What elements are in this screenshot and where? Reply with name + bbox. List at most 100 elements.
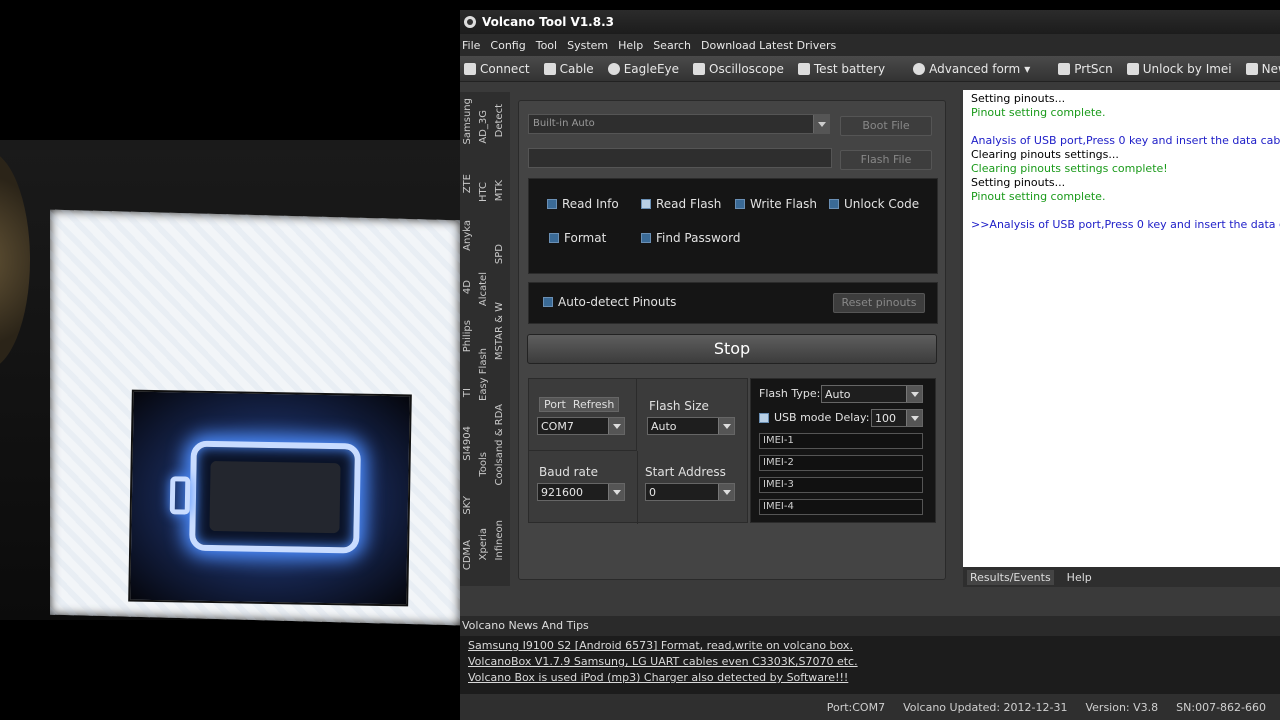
auto-detect-checkbox[interactable]: Auto-detect Pinouts	[543, 295, 676, 309]
chevron-down-icon[interactable]	[718, 484, 734, 500]
chevron-down-icon[interactable]	[906, 386, 922, 402]
status-updated: Volcano Updated: 2012-12-31	[903, 700, 1068, 714]
tab-sky[interactable]: SKY	[462, 496, 473, 515]
unlock-imei-label: Unlock by Imei	[1142, 61, 1232, 76]
start-address-select[interactable]: 0	[645, 483, 735, 501]
advanced-form-button[interactable]: Advanced form ▾	[913, 62, 1030, 76]
tab-xperia[interactable]: Xperia	[478, 528, 489, 560]
tab-mstar[interactable]: MSTAR & W	[494, 302, 505, 360]
delay-value: 100	[875, 412, 896, 425]
tab-samsung[interactable]: Samsung	[462, 98, 473, 144]
menu-search[interactable]: Search	[653, 39, 691, 52]
flash-type-panel: Flash Type: Auto USB mode Delay: 100 IME…	[750, 378, 936, 523]
flash-size-select[interactable]: Auto	[647, 417, 735, 435]
imei-4-field[interactable]: IMEI-4	[759, 499, 923, 515]
tab-results-events[interactable]: Results/Events	[967, 569, 1054, 585]
imei-1-field[interactable]: IMEI-1	[759, 433, 923, 449]
eagleeye-button[interactable]: EagleEye	[607, 62, 679, 76]
usb-mode-checkbox[interactable]: USB mode	[759, 411, 831, 424]
news-link[interactable]: VolcanoBox V1.7.9 Samsung, LG UART cable…	[468, 654, 1272, 670]
connect-button[interactable]: Connect	[464, 62, 530, 76]
tab-ad3g[interactable]: AD_3G	[478, 110, 489, 144]
flash-file-path[interactable]	[528, 148, 832, 168]
tab-philips[interactable]: Philips	[462, 320, 473, 352]
tab-anyka[interactable]: Anyka	[462, 220, 473, 251]
port-cell	[529, 379, 637, 451]
oscilloscope-label: Oscilloscope	[709, 61, 784, 76]
tab-zte[interactable]: ZTE	[462, 174, 473, 193]
chevron-down-icon[interactable]	[718, 418, 734, 434]
news-link[interactable]: Volcano Box is used iPod (mp3) Charger a…	[468, 670, 1272, 686]
app-logo-icon	[464, 16, 476, 28]
menu-download-drivers[interactable]: Download Latest Drivers	[701, 39, 836, 52]
format-checkbox[interactable]: Format	[549, 231, 606, 245]
info-icon	[607, 62, 620, 75]
read-info-checkbox[interactable]: Read Info	[547, 197, 619, 211]
chevron-down-icon[interactable]: ▾	[1024, 62, 1030, 76]
baud-rate-select[interactable]: 921600	[537, 483, 625, 501]
log-line: Clearing pinouts settings...	[971, 148, 1119, 161]
refresh-button[interactable]: Refresh	[573, 398, 615, 411]
operation-options: Read Info Read Flash Write Flash Unlock …	[528, 178, 938, 274]
checkbox-checked-icon	[641, 199, 651, 209]
chevron-down-icon[interactable]	[608, 484, 624, 500]
write-flash-checkbox[interactable]: Write Flash	[735, 197, 817, 211]
find-password-checkbox[interactable]: Find Password	[641, 231, 740, 245]
chevron-down-icon[interactable]	[906, 410, 922, 426]
flash-type-label: Flash Type:	[759, 387, 821, 400]
stop-button[interactable]: Stop	[527, 334, 937, 364]
tab-4d[interactable]: 4D	[462, 280, 473, 294]
delay-select[interactable]: 100	[871, 409, 923, 427]
chevron-down-icon[interactable]	[813, 115, 829, 133]
tab-spd[interactable]: SPD	[494, 244, 505, 264]
news-link[interactable]: Samsung I9100 S2 [Android 6573] Format, …	[468, 638, 1272, 654]
imei-2-field[interactable]: IMEI-2	[759, 455, 923, 471]
read-flash-checkbox[interactable]: Read Flash	[641, 197, 721, 211]
tab-easy-flash[interactable]: Easy Flash	[478, 348, 489, 401]
imei-3-field[interactable]: IMEI-3	[759, 477, 923, 493]
tab-infineon[interactable]: Infineon	[494, 520, 505, 561]
menu-help[interactable]: Help	[618, 39, 643, 52]
news-icon	[1245, 62, 1258, 75]
flash-type-select[interactable]: Auto	[821, 385, 923, 403]
results-log[interactable]: Setting pinouts... Pinout setting complet…	[963, 90, 1280, 567]
format-label: Format	[564, 231, 607, 245]
unlock-code-checkbox[interactable]: Unlock Code	[829, 197, 919, 211]
menu-system[interactable]: System	[567, 39, 608, 52]
tab-tools[interactable]: Tools	[478, 452, 489, 477]
prtscn-button[interactable]: PrtScn	[1058, 62, 1113, 76]
tab-help[interactable]: Help	[1064, 570, 1095, 585]
test-battery-button[interactable]: Test battery	[797, 62, 885, 76]
tab-detect[interactable]: Detect	[494, 104, 505, 137]
cable-icon	[543, 62, 556, 75]
chevron-down-icon[interactable]	[608, 418, 624, 434]
tab-ti[interactable]: TI	[462, 388, 473, 397]
phone-lcd	[128, 389, 412, 607]
gear-icon	[913, 62, 926, 75]
tab-mtk[interactable]: MTK	[494, 180, 505, 201]
baud-rate-label: Baud rate	[539, 465, 598, 479]
tab-si4904[interactable]: SI4904	[462, 426, 473, 461]
platform-select[interactable]: Built-in Auto	[528, 114, 830, 134]
tab-coolsand-rda[interactable]: Coolsand & RDA	[494, 404, 505, 486]
checkbox-icon	[641, 233, 651, 243]
unlock-imei-button[interactable]: Unlock by Imei	[1126, 61, 1232, 76]
menu-file[interactable]: File	[462, 39, 480, 52]
volcano-window: Volcano Tool V1.8.3 File Config Tool Sys…	[460, 10, 1280, 720]
oscilloscope-button[interactable]: Oscilloscope	[693, 62, 784, 76]
menu-tool[interactable]: Tool	[536, 39, 557, 52]
flash-file-button[interactable]: Flash File	[840, 150, 932, 170]
reset-pinouts-button[interactable]: Reset pinouts	[833, 293, 925, 313]
tab-cdma[interactable]: CDMA	[462, 540, 473, 570]
menu-config[interactable]: Config	[490, 39, 525, 52]
news-button[interactable]: News	[1245, 62, 1280, 76]
port-select[interactable]: COM7	[537, 417, 625, 435]
tab-htc[interactable]: HTC	[478, 182, 489, 202]
tab-alcatel[interactable]: Alcatel	[478, 272, 489, 306]
checkbox-icon	[543, 297, 553, 307]
cable-button[interactable]: Cable	[543, 62, 594, 76]
boot-file-button[interactable]: Boot File	[840, 116, 932, 136]
log-tabs: Results/Events Help	[963, 567, 1280, 587]
